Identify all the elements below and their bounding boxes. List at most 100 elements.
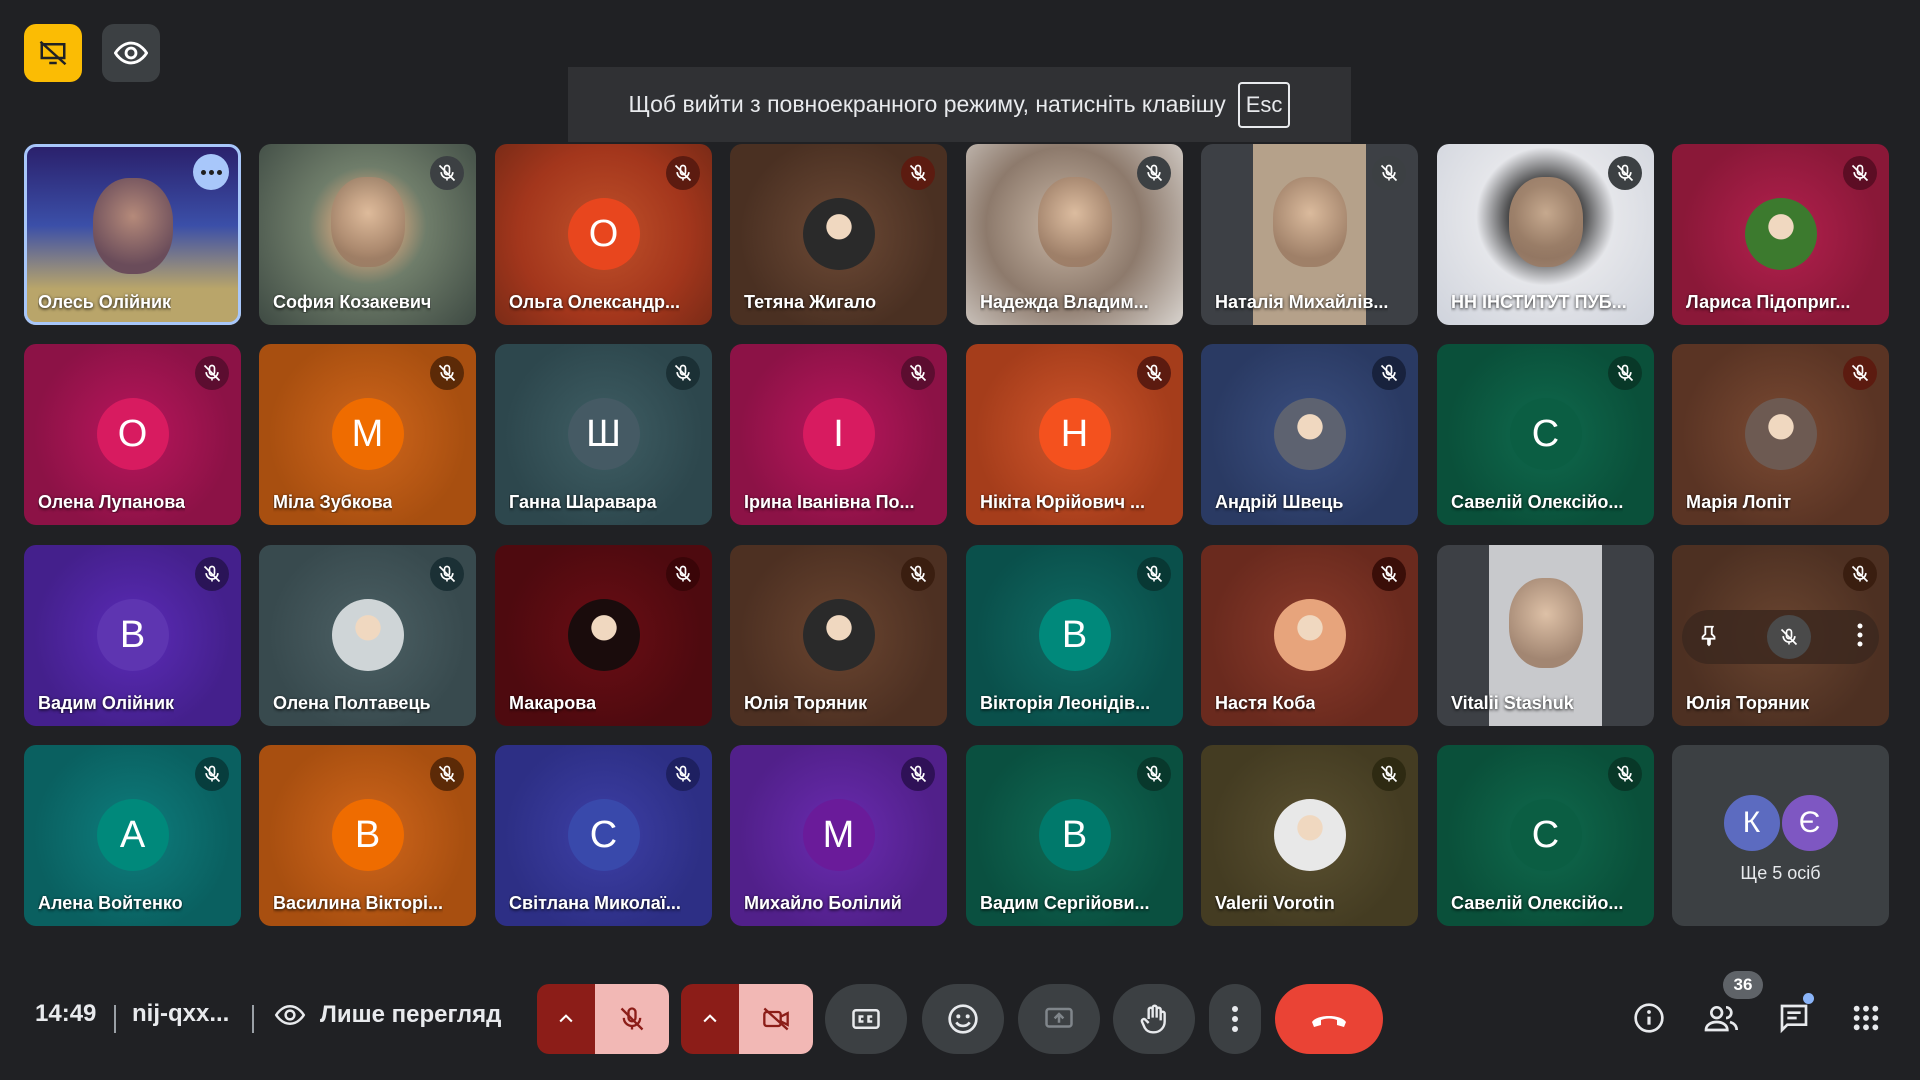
participant-tile[interactable]: М Михайло Болілий <box>730 745 947 926</box>
participant-tile[interactable]: Юлія Торяник <box>1672 545 1889 726</box>
participant-tile[interactable]: А Алена Войтенко <box>24 745 241 926</box>
leave-call-button[interactable] <box>1275 984 1383 1054</box>
presentation-off-icon <box>39 40 67 66</box>
participant-tile[interactable]: В Вадим Олійник <box>24 545 241 726</box>
participant-tile[interactable]: Настя Коба <box>1201 545 1418 726</box>
participant-name: Макарова <box>509 693 597 713</box>
participant-tile[interactable]: Лариса Підоприг... <box>1672 144 1889 325</box>
info-icon <box>1634 1003 1664 1033</box>
mic-toggle-button[interactable] <box>595 984 669 1054</box>
muted-indicator <box>430 156 464 190</box>
muted-indicator <box>1372 156 1406 190</box>
more-participants-tile[interactable]: К Є Ще 5 осіб <box>1672 745 1889 926</box>
meeting-code[interactable]: nij-qxx... <box>132 1000 229 1028</box>
chevron-up-icon <box>703 1014 717 1023</box>
video-feed-person <box>1037 177 1112 267</box>
participant-name: Вадим Олійник <box>38 693 175 713</box>
participant-tile[interactable]: Олена Полтавець <box>259 545 476 726</box>
participant-tile[interactable]: С Світлана Миколаї... <box>495 745 712 926</box>
avatar: О <box>96 398 169 470</box>
video-feed-person <box>330 177 405 267</box>
hand-icon <box>1140 1004 1166 1034</box>
avatar-stack: КЄ <box>1672 793 1889 853</box>
mic-off-icon <box>1851 565 1869 583</box>
more-vert-icon <box>1857 623 1863 646</box>
participant-tile[interactable]: В Василина Вікторі... <box>259 745 476 926</box>
meeting-details-button[interactable] <box>1627 996 1671 1040</box>
more-options-button[interactable] <box>1209 984 1261 1054</box>
muted-indicator <box>1372 757 1406 791</box>
raise-hand-button[interactable] <box>1113 984 1195 1054</box>
participant-tile[interactable]: М Міла Зубкова <box>259 344 476 525</box>
participant-tile[interactable]: В Вадим Сергійови... <box>966 745 1183 926</box>
tile-options-button[interactable] <box>193 154 229 190</box>
mic-off-icon <box>909 164 927 182</box>
participant-tile[interactable]: Н Нікіта Юрійович ... <box>966 344 1183 525</box>
participant-tile[interactable]: София Козакевич <box>259 144 476 325</box>
video-feed-person <box>1272 177 1347 267</box>
mic-off-icon <box>1616 364 1634 382</box>
participant-name: Вікторія Леонідів... <box>980 693 1151 713</box>
muted-indicator <box>666 156 700 190</box>
muted-indicator <box>901 356 935 390</box>
mic-off-icon <box>203 565 221 583</box>
more-options-button[interactable] <box>1857 623 1863 652</box>
muted-indicator <box>1608 156 1642 190</box>
participant-name: Міла Зубкова <box>273 492 393 512</box>
present-screen-button[interactable] <box>1018 984 1100 1054</box>
mic-off-icon <box>1380 164 1398 182</box>
avatar-photo <box>802 599 875 671</box>
avatar: С <box>567 799 640 871</box>
avatar: О <box>567 198 640 270</box>
participant-tile[interactable]: Олесь Олійник <box>24 144 241 325</box>
participant-tile[interactable]: Юлія Торяник <box>730 545 947 726</box>
muted-indicator <box>1372 356 1406 390</box>
muted-indicator <box>430 356 464 390</box>
people-button[interactable] <box>1700 996 1744 1040</box>
participant-tile[interactable]: Надежда Владим... <box>966 144 1183 325</box>
view-mode-button[interactable] <box>102 24 160 82</box>
participant-tile[interactable]: Ш Ганна Шаравара <box>495 344 712 525</box>
participant-tile[interactable]: С Савелій Олексійо... <box>1437 745 1654 926</box>
reactions-button[interactable] <box>922 984 1004 1054</box>
mute-participant-button[interactable] <box>1766 615 1811 659</box>
participant-tile[interactable]: НН ІНСТИТУТ ПУБ... <box>1437 144 1654 325</box>
participant-name: Ірина Іванівна По... <box>744 492 915 512</box>
muted-indicator <box>195 757 229 791</box>
muted-indicator <box>1843 156 1877 190</box>
present-screen-icon <box>1045 1007 1073 1028</box>
participant-tile[interactable]: Макарова <box>495 545 712 726</box>
participant-tile[interactable]: О Ольга Олександр... <box>495 144 712 325</box>
avatar: В <box>331 799 404 871</box>
mic-off-icon <box>909 565 927 583</box>
participant-tile[interactable]: О Олена Лупанова <box>24 344 241 525</box>
avatar-photo <box>331 599 404 671</box>
presentation-off-button[interactable] <box>24 24 82 82</box>
participant-name: Андрій Швець <box>1215 492 1344 512</box>
activities-button[interactable] <box>1844 996 1888 1040</box>
mic-options-button[interactable] <box>537 984 595 1054</box>
camera-control <box>681 984 813 1054</box>
people-icon <box>1704 1006 1738 1032</box>
participant-name: Надежда Владим... <box>980 292 1149 312</box>
participant-tile[interactable]: Андрій Швець <box>1201 344 1418 525</box>
participant-tile[interactable]: Тетяна Жигало <box>730 144 947 325</box>
participant-tile[interactable]: Vitalii Stashuk <box>1437 545 1654 726</box>
participant-tile[interactable]: В Вікторія Леонідів... <box>966 545 1183 726</box>
participant-tile[interactable]: С Савелій Олексійо... <box>1437 344 1654 525</box>
camera-toggle-button[interactable] <box>739 984 813 1054</box>
participant-name: Наталія Михайлів... <box>1215 292 1389 312</box>
participant-tile[interactable]: Наталія Михайлів... <box>1201 144 1418 325</box>
camera-options-button[interactable] <box>681 984 739 1054</box>
mic-off-icon <box>438 164 456 182</box>
participant-tile[interactable]: Valerii Vorotin <box>1201 745 1418 926</box>
esc-key-badge: Esc <box>1237 81 1291 128</box>
participant-tile[interactable]: Марія Лопіт <box>1672 344 1889 525</box>
muted-indicator <box>430 557 464 591</box>
muted-indicator <box>430 757 464 791</box>
pin-button[interactable] <box>1698 622 1720 653</box>
avatar: А <box>96 799 169 871</box>
participant-tile[interactable]: І Ірина Іванівна По... <box>730 344 947 525</box>
captions-button[interactable] <box>825 984 907 1054</box>
emoji-icon <box>948 1004 978 1034</box>
